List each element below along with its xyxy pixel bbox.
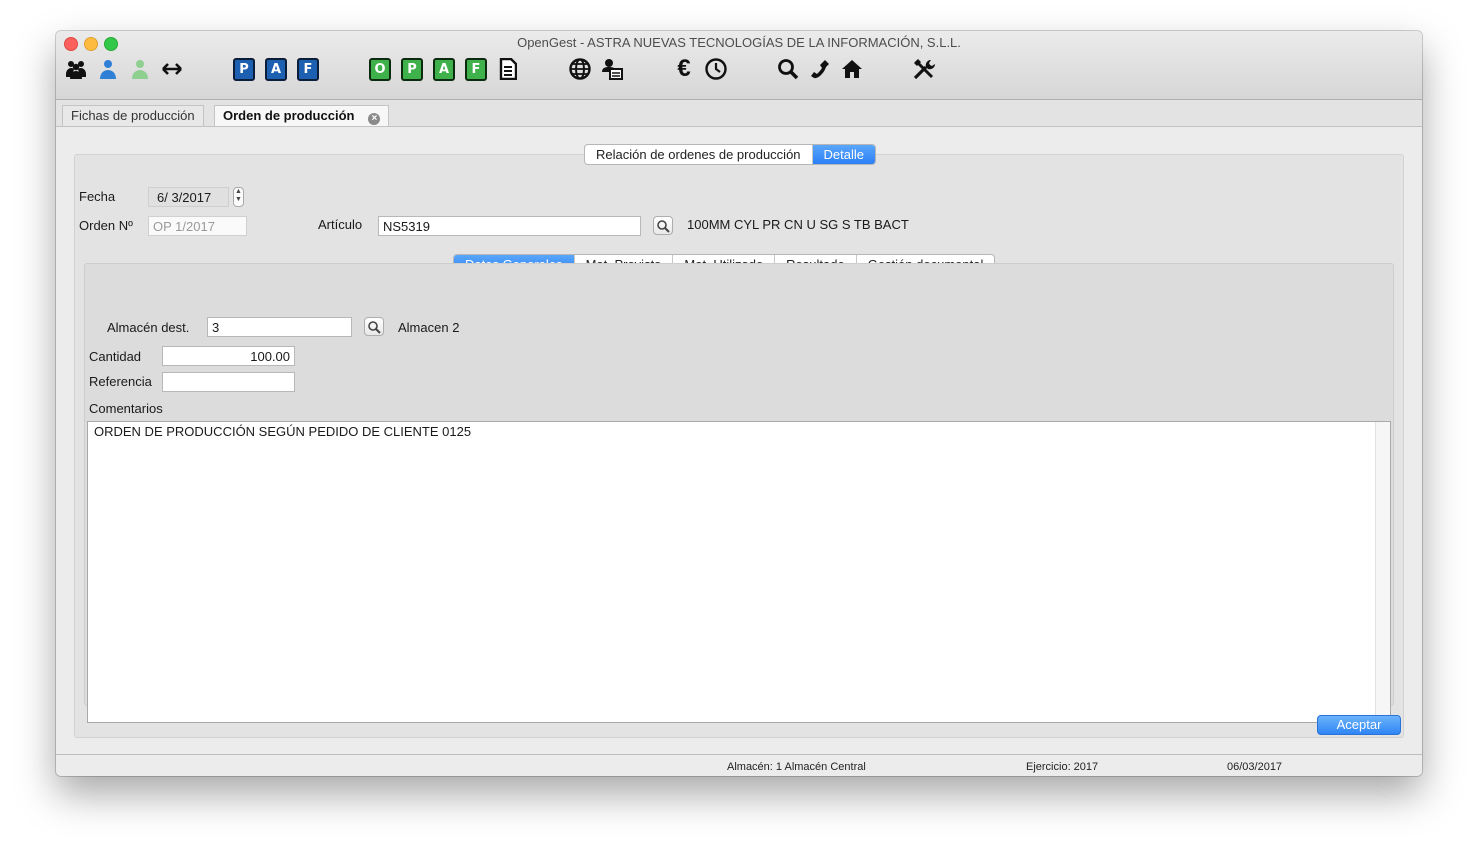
view-switch: Relación de ordenes de producción Detall… bbox=[584, 144, 876, 165]
f-green-badge-icon[interactable]: F bbox=[464, 57, 488, 81]
o-green-badge-icon[interactable]: O bbox=[368, 57, 392, 81]
fecha-field[interactable]: 6/ 3/2017 bbox=[148, 187, 229, 207]
cantidad-input[interactable]: 100.00 bbox=[162, 346, 295, 366]
p-blue-badge-letter: P bbox=[233, 57, 255, 81]
window-title: OpenGest - ASTRA NUEVAS TECNOLOGÍAS DE L… bbox=[517, 35, 961, 50]
arrows-horizontal-icon[interactable] bbox=[160, 57, 184, 81]
view-switch-relacion[interactable]: Relación de ordenes de producción bbox=[585, 145, 813, 164]
status-almacen: Almacén: 1 Almacén Central bbox=[727, 761, 866, 773]
referencia-label: Referencia bbox=[89, 374, 152, 389]
almacen-name: Almacen 2 bbox=[398, 320, 460, 335]
user-green-icon[interactable] bbox=[128, 57, 152, 81]
almacen-search-icon bbox=[368, 320, 381, 334]
o-green-badge-letter: O bbox=[369, 57, 391, 81]
articulo-description: 100MM CYL PR CN U SG S TB BACT bbox=[687, 217, 909, 232]
users-group-icon[interactable] bbox=[64, 57, 88, 81]
orden-field[interactable]: OP 1/2017 bbox=[148, 216, 247, 236]
status-bar: Almacén: 1 Almacén Central Ejercicio: 20… bbox=[56, 754, 1422, 776]
comentarios-text: ORDEN DE PRODUCCIÓN SEGÚN PEDIDO DE CLIE… bbox=[94, 424, 472, 439]
almacen-lookup-button[interactable] bbox=[364, 317, 384, 336]
cantidad-label: Cantidad bbox=[89, 349, 142, 364]
document-tab-bar: Fichas de producción Orden de producción… bbox=[56, 100, 1422, 127]
a-green-badge-icon[interactable]: A bbox=[432, 57, 456, 81]
tab-orden-produccion-label: Orden de producción bbox=[223, 108, 355, 123]
almacen-label: Almacén dest. bbox=[107, 320, 190, 335]
p-green-badge-letter: P bbox=[401, 57, 423, 81]
comentarios-scrollbar[interactable] bbox=[1375, 422, 1390, 722]
main-content: Relación de ordenes de producción Detall… bbox=[56, 127, 1422, 753]
user-blue-icon[interactable] bbox=[96, 57, 120, 81]
aceptar-button[interactable]: Aceptar bbox=[1317, 715, 1401, 735]
a-green-badge-letter: A bbox=[433, 57, 455, 81]
f-blue-badge-letter: F bbox=[297, 57, 319, 81]
phone-icon[interactable] bbox=[808, 57, 832, 81]
p-blue-badge-icon[interactable]: P bbox=[232, 57, 256, 81]
title-bar: OpenGest - ASTRA NUEVAS TECNOLOGÍAS DE L… bbox=[56, 31, 1422, 100]
comentarios-textarea[interactable]: ORDEN DE PRODUCCIÓN SEGÚN PEDIDO DE CLIE… bbox=[87, 421, 1391, 723]
app-window: OpenGest - ASTRA NUEVAS TECNOLOGÍAS DE L… bbox=[56, 31, 1422, 776]
tab-close-icon[interactable]: × bbox=[368, 113, 381, 125]
articulo-label: Artículo bbox=[318, 217, 363, 232]
euro-icon[interactable]: € bbox=[672, 55, 696, 82]
fecha-label: Fecha bbox=[79, 189, 116, 204]
almacen-input[interactable]: 3 bbox=[207, 317, 352, 337]
home-icon[interactable] bbox=[840, 57, 864, 81]
f-blue-badge-icon[interactable]: F bbox=[296, 57, 320, 81]
view-switch-detalle[interactable]: Detalle bbox=[812, 145, 875, 164]
comentarios-label: Comentarios bbox=[89, 401, 163, 416]
tab-orden-produccion[interactable]: Orden de producción × bbox=[214, 105, 390, 126]
search-icon[interactable] bbox=[776, 57, 800, 81]
a-blue-badge-letter: A bbox=[265, 57, 287, 81]
referencia-input[interactable] bbox=[162, 372, 295, 392]
status-ejercicio: Ejercicio: 2017 bbox=[1026, 761, 1099, 773]
f-green-badge-letter: F bbox=[465, 57, 487, 81]
a-blue-badge-icon[interactable]: A bbox=[264, 57, 288, 81]
user-id-icon[interactable] bbox=[600, 57, 624, 81]
tab-fichas-produccion-label: Fichas de producción bbox=[71, 108, 195, 123]
fecha-stepper[interactable]: ▲ ▼ bbox=[233, 187, 244, 207]
globe-icon[interactable] bbox=[568, 57, 592, 81]
orden-label: Orden Nº bbox=[79, 218, 133, 233]
articulo-input[interactable]: NS5319 bbox=[378, 216, 641, 236]
status-fecha: 06/03/2017 bbox=[1227, 761, 1283, 773]
document-list-icon[interactable] bbox=[496, 57, 520, 81]
articulo-lookup-button[interactable] bbox=[653, 216, 673, 235]
tab-fichas-produccion[interactable]: Fichas de producción bbox=[62, 105, 204, 126]
tools-icon[interactable] bbox=[912, 57, 936, 81]
p-green-badge-icon[interactable]: P bbox=[400, 57, 424, 81]
articulo-search-icon bbox=[657, 219, 670, 233]
clock-icon[interactable] bbox=[704, 57, 728, 81]
